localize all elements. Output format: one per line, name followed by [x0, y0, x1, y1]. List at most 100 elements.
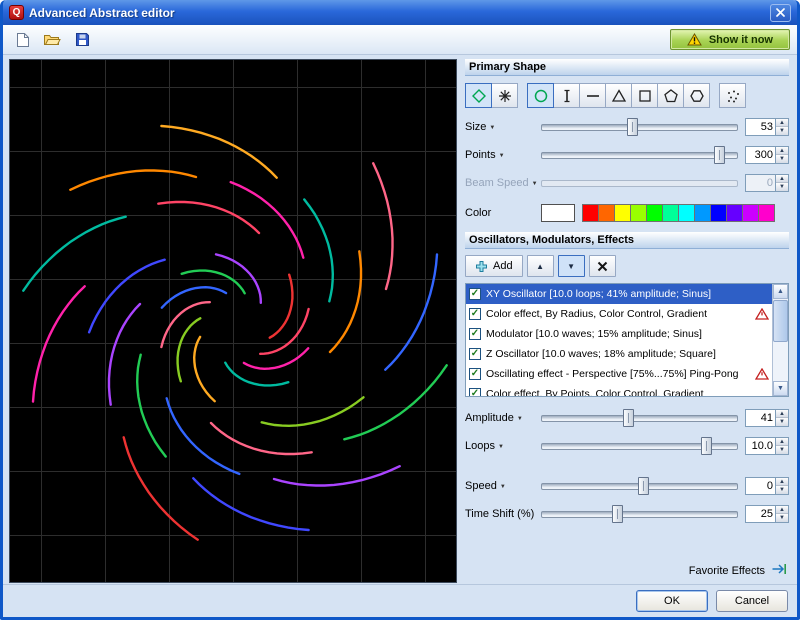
shape-button-hexagon[interactable] — [683, 83, 710, 108]
asterisk-shape-icon — [497, 88, 513, 104]
delete-effect-button[interactable] — [589, 255, 616, 277]
shape-button-dots[interactable] — [719, 83, 746, 108]
move-effect-down-button[interactable]: ▼ — [558, 255, 585, 277]
scrollbar-up-button[interactable]: ▲ — [773, 284, 788, 299]
points-label[interactable]: Points▼ — [465, 149, 541, 161]
loops-label[interactable]: Loops▼ — [465, 440, 541, 452]
amplitude-spin-down-button[interactable]: ▼ — [776, 418, 788, 426]
speed-spin-down-button[interactable]: ▼ — [776, 486, 788, 494]
shape-button-pentagon[interactable] — [657, 83, 684, 108]
new-button[interactable] — [8, 27, 36, 52]
effect-checkbox[interactable]: ✓ — [469, 288, 481, 300]
color-swatch[interactable] — [742, 204, 759, 222]
cancel-button[interactable]: Cancel — [716, 590, 788, 612]
amplitude-slider[interactable] — [541, 409, 738, 427]
shape-button-triangle[interactable] — [605, 83, 632, 108]
shape-button-asterisk[interactable] — [491, 83, 518, 108]
color-swatch[interactable] — [726, 204, 743, 222]
time-shift-label[interactable]: Time Shift (%) — [465, 508, 541, 520]
effect-row[interactable]: ✓Color effect, By Points, Color Control,… — [466, 384, 772, 396]
time-shift-spin-up-button[interactable]: ▲ — [776, 506, 788, 514]
color-swatch[interactable] — [694, 204, 711, 222]
shape-button-horizontal-line[interactable] — [579, 83, 606, 108]
add-effect-label: Add — [493, 260, 513, 272]
effect-row[interactable]: ✓ XY Oscillator [10.0 loops; 41% amplitud… — [466, 284, 772, 304]
scrollbar-thumb[interactable] — [773, 300, 788, 342]
color-swatch[interactable] — [598, 204, 615, 222]
speed-slider[interactable] — [541, 477, 738, 495]
amplitude-value[interactable]: 41▲▼ — [745, 409, 789, 427]
time-shift-value[interactable]: 25▲▼ — [745, 505, 789, 523]
effect-checkbox[interactable]: ✓ — [469, 328, 481, 340]
effect-label: XY Oscillator [10.0 loops; 41% amplitude… — [486, 288, 769, 300]
speed-value[interactable]: 0▲▼ — [745, 477, 789, 495]
size-spin-down-button[interactable]: ▼ — [776, 127, 788, 135]
effect-label: Z Oscillator [10.0 waves; 18% amplitude;… — [486, 348, 769, 360]
shape-button-diamond[interactable] — [465, 83, 492, 108]
shape-button-circle[interactable] — [527, 83, 554, 108]
move-effect-up-button[interactable]: ▲ — [527, 255, 554, 277]
save-button[interactable] — [68, 27, 96, 52]
size-row: Size▼ 53▲▼ — [465, 116, 789, 138]
loops-spin-up-button[interactable]: ▲ — [776, 438, 788, 446]
size-value[interactable]: 53▲▼ — [745, 118, 789, 136]
time-shift-spin-down-button[interactable]: ▼ — [776, 514, 788, 522]
current-color-swatch[interactable] — [541, 204, 575, 222]
favorite-effects-link[interactable]: Favorite Effects — [465, 561, 789, 580]
beam-speed-label[interactable]: Beam Speed▼ — [465, 177, 541, 189]
show-it-now-button[interactable]: Show it now — [670, 29, 790, 50]
amplitude-slider-thumb[interactable] — [623, 409, 634, 427]
color-swatch[interactable] — [678, 204, 695, 222]
effects-list-scrollbar[interactable]: ▲ ▼ — [772, 284, 788, 396]
amplitude-label-text: Amplitude — [465, 412, 514, 424]
close-button[interactable] — [770, 4, 791, 22]
points-spin-up-button[interactable]: ▲ — [776, 147, 788, 155]
time-shift-slider[interactable] — [541, 505, 738, 523]
color-swatch[interactable] — [630, 204, 647, 222]
size-spin-up-button[interactable]: ▲ — [776, 119, 788, 127]
color-swatch[interactable] — [646, 204, 663, 222]
effect-checkbox[interactable]: ✓ — [469, 308, 481, 320]
ok-button[interactable]: OK — [636, 590, 708, 612]
effect-row[interactable]: ✓Modulator [10.0 waves; 15% amplitude; S… — [466, 324, 772, 344]
effect-row[interactable]: ✓ Z Oscillator [10.0 waves; 18% amplitude… — [466, 344, 772, 364]
effects-list-rows: ✓ XY Oscillator [10.0 loops; 41% amplitud… — [466, 284, 772, 396]
time-shift-slider-thumb[interactable] — [612, 505, 623, 523]
effect-checkbox[interactable]: ✓ — [469, 348, 481, 360]
points-value[interactable]: 300▲▼ — [745, 146, 789, 164]
effect-row[interactable]: ✓Color effect, By Radius, Color Control,… — [466, 304, 772, 324]
color-swatch[interactable] — [710, 204, 727, 222]
loops-slider[interactable] — [541, 437, 738, 455]
size-label[interactable]: Size▼ — [465, 121, 541, 133]
size-slider[interactable] — [541, 118, 738, 136]
effect-row[interactable]: ✓Oscillating effect - Perspective [75%..… — [466, 364, 772, 384]
loops-spin-down-button[interactable]: ▼ — [776, 446, 788, 454]
points-spin-down-button[interactable]: ▼ — [776, 155, 788, 163]
shape-button-group — [719, 83, 745, 108]
loops-value[interactable]: 10.0▲▼ — [745, 437, 789, 455]
loops-slider-thumb[interactable] — [701, 437, 712, 455]
triangle-shape-icon — [611, 88, 627, 104]
amplitude-label[interactable]: Amplitude▼ — [465, 412, 541, 424]
color-swatch[interactable] — [614, 204, 631, 222]
shape-button-square[interactable] — [631, 83, 658, 108]
amplitude-spin-up-button[interactable]: ▲ — [776, 410, 788, 418]
size-slider-thumb[interactable] — [627, 118, 638, 136]
open-button[interactable] — [38, 27, 66, 52]
points-slider[interactable] — [541, 146, 738, 164]
effect-checkbox[interactable]: ✓ — [469, 388, 481, 396]
speed-label[interactable]: Speed▼ — [465, 480, 541, 492]
scrollbar-down-button[interactable]: ▼ — [773, 381, 788, 396]
scrollbar-track[interactable] — [773, 299, 788, 381]
dots-shape-icon — [725, 88, 741, 104]
points-slider-thumb[interactable] — [714, 146, 725, 164]
color-swatch[interactable] — [582, 204, 599, 222]
shape-button-vertical-line[interactable] — [553, 83, 580, 108]
speed-slider-thumb[interactable] — [638, 477, 649, 495]
color-swatch[interactable] — [758, 204, 775, 222]
color-swatch[interactable] — [662, 204, 679, 222]
effect-checkbox[interactable]: ✓ — [469, 368, 481, 380]
speed-spin-up-button[interactable]: ▲ — [776, 478, 788, 486]
add-effect-button[interactable]: Add — [465, 255, 523, 277]
beam-speed-value[interactable]: 0▲▼ — [745, 174, 789, 192]
